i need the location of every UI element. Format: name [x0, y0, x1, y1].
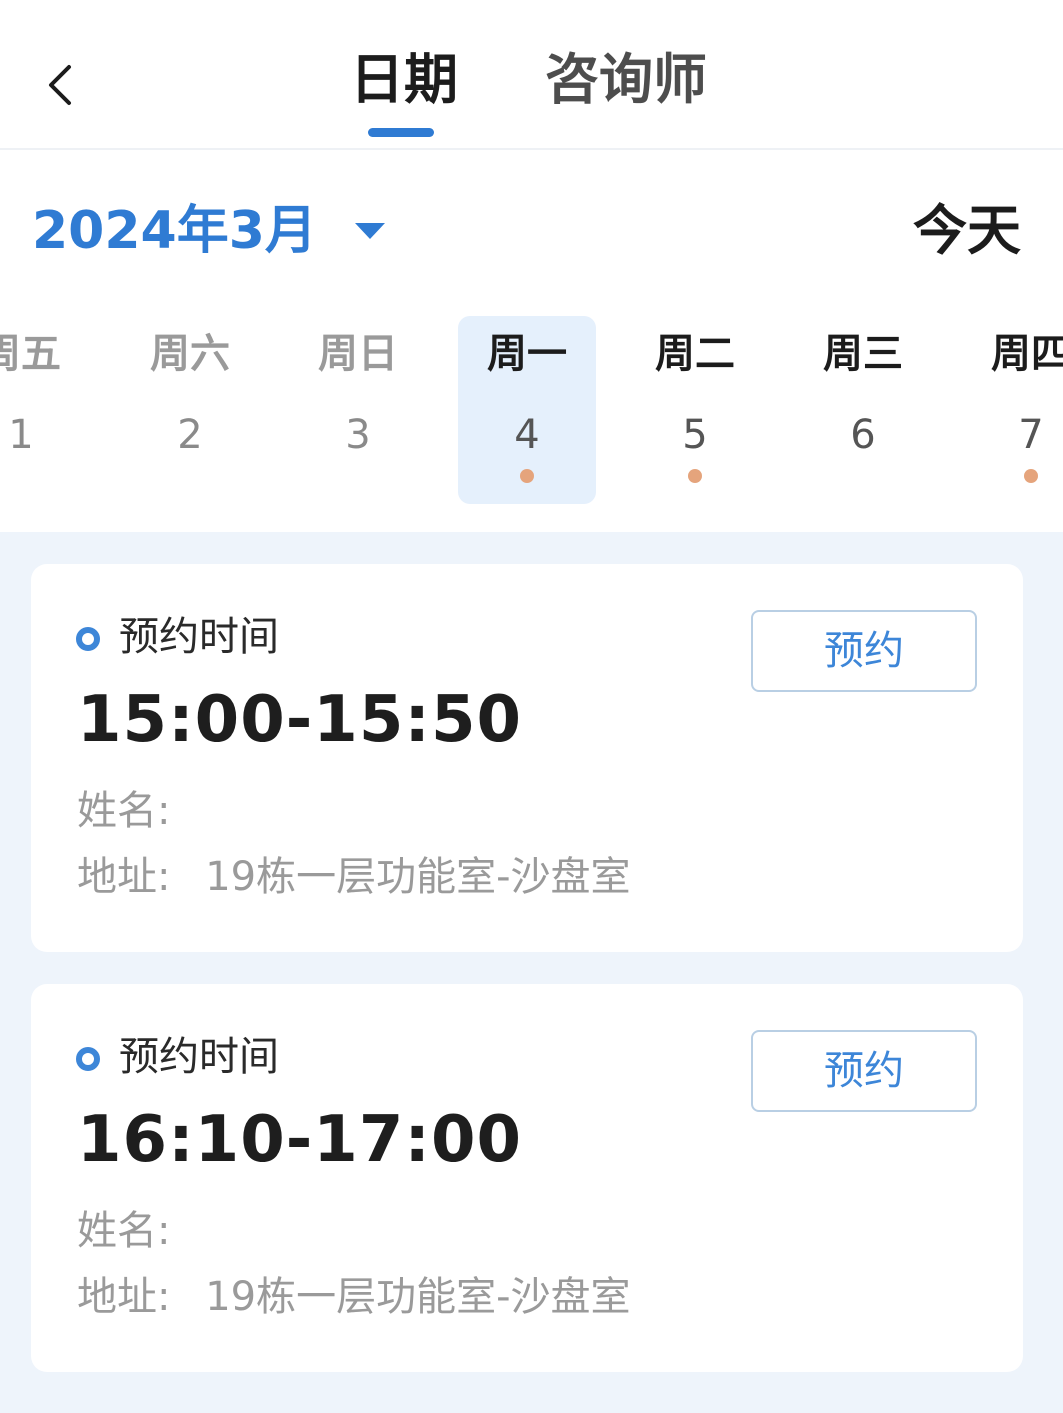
- day-weekday: 周六: [150, 331, 230, 377]
- day-number: 5: [682, 412, 708, 458]
- day-number: 7: [1018, 412, 1044, 458]
- slot-heading: 预约时间: [119, 1034, 279, 1080]
- book-button-label: 预约: [824, 1048, 904, 1094]
- availability-dot: [1024, 469, 1038, 483]
- day-weekday: 周三: [823, 331, 903, 377]
- slot-card: 预约时间 15:00-15:50 姓名: 地址: 19栋一层功能室-沙盘室 预约: [31, 564, 1023, 952]
- day-cell-5[interactable]: 周二 5: [626, 316, 764, 504]
- day-number: 4: [514, 412, 540, 458]
- slot-time: 15:00-15:50: [77, 683, 522, 757]
- ring-icon: [76, 1047, 100, 1071]
- day-cell-4[interactable]: 周一 4: [458, 316, 596, 504]
- ring-icon: [76, 627, 100, 651]
- availability-dot: [688, 469, 702, 483]
- name-label: 姓名:: [77, 1208, 171, 1254]
- week-strip: 周五 1 周六 2 周日 3 周一 4 周二 5 周三 6 周四 7: [0, 300, 1063, 532]
- chevron-left-icon: [49, 65, 71, 105]
- slot-time: 16:10-17:00: [77, 1103, 522, 1177]
- day-number: 2: [177, 412, 203, 458]
- book-button-label: 预约: [824, 628, 904, 674]
- slot-list: 预约时间 15:00-15:50 姓名: 地址: 19栋一层功能室-沙盘室 预约…: [0, 532, 1063, 1413]
- top-navigation: 日期 咨询师: [0, 0, 1063, 150]
- tab-date[interactable]: 日期: [350, 44, 458, 116]
- availability-dot: [520, 469, 534, 483]
- day-cell-1[interactable]: 周五 1: [0, 316, 90, 504]
- caret-down-icon: [354, 223, 385, 239]
- address-label: 地址:: [77, 1274, 171, 1320]
- back-button[interactable]: [30, 50, 90, 120]
- day-number: 6: [850, 412, 876, 458]
- day-number: 3: [345, 412, 371, 458]
- day-weekday: 周一: [487, 331, 567, 377]
- slot-address-row: 地址: 19栋一层功能室-沙盘室: [77, 1270, 631, 1324]
- month-selector[interactable]: 2024年3月: [32, 198, 385, 264]
- today-button[interactable]: 今天: [913, 196, 1021, 266]
- day-weekday: 周五: [0, 331, 61, 377]
- slot-heading: 预约时间: [119, 614, 279, 660]
- day-cell-7[interactable]: 周四 7: [962, 316, 1063, 504]
- day-weekday: 周四: [991, 331, 1063, 377]
- book-button[interactable]: 预约: [751, 610, 977, 692]
- slot-name-row: 姓名:: [77, 1204, 170, 1258]
- day-cell-6[interactable]: 周三 6: [794, 316, 932, 504]
- tab-counselor[interactable]: 咨询师: [545, 44, 707, 116]
- book-button[interactable]: 预约: [751, 1030, 977, 1112]
- slot-address-row: 地址: 19栋一层功能室-沙盘室: [77, 850, 631, 904]
- day-cell-2[interactable]: 周六 2: [121, 316, 259, 504]
- month-label: 2024年3月: [32, 201, 317, 261]
- slot-card: 预约时间 16:10-17:00 姓名: 地址: 19栋一层功能室-沙盘室 预约: [31, 984, 1023, 1372]
- address-label: 地址:: [77, 854, 171, 900]
- day-weekday: 周日: [318, 331, 398, 377]
- name-label: 姓名:: [77, 788, 171, 834]
- day-cell-3[interactable]: 周日 3: [289, 316, 427, 504]
- day-number: 1: [8, 412, 34, 458]
- appointment-page: 日期 咨询师 2024年3月 今天 周五 1 周六 2 周日 3 周一 4 周二…: [0, 0, 1063, 1413]
- active-tab-indicator: [368, 128, 434, 137]
- day-weekday: 周二: [655, 331, 735, 377]
- address-value: 19栋一层功能室-沙盘室: [205, 854, 631, 900]
- address-value: 19栋一层功能室-沙盘室: [205, 1274, 631, 1320]
- slot-name-row: 姓名:: [77, 784, 170, 838]
